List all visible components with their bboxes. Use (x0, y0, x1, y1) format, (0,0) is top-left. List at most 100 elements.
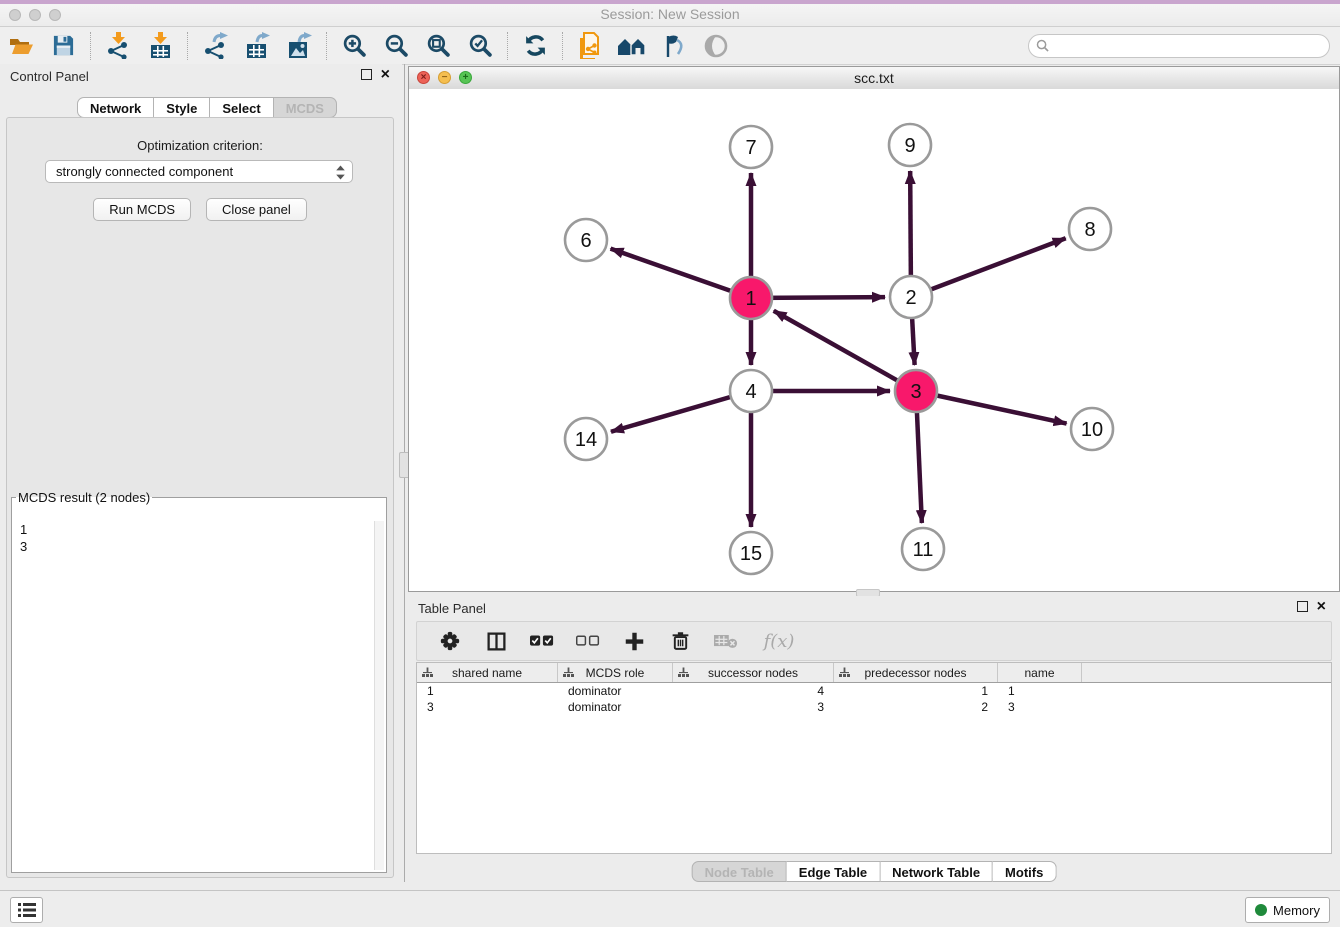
tab-node-table[interactable]: Node Table (692, 861, 787, 882)
task-history-button[interactable] (10, 897, 43, 923)
show-columns-icon[interactable] (481, 626, 511, 656)
memory-button[interactable]: Memory (1245, 897, 1330, 923)
mcds-result-group: MCDS result (2 nodes) 13 (11, 490, 387, 873)
node-label-10: 10 (1081, 419, 1103, 441)
zoom-selected-icon[interactable] (465, 31, 495, 61)
node-label-6: 6 (580, 230, 591, 252)
export-image-icon[interactable] (284, 31, 314, 61)
save-session-icon[interactable] (48, 31, 78, 61)
network-window-titlebar[interactable]: × − + scc.txt (409, 67, 1339, 90)
function-builder-icon[interactable]: f(x) (757, 626, 801, 656)
memory-label: Memory (1273, 903, 1320, 918)
edge-3-1[interactable] (774, 311, 916, 391)
node-table: shared nameMCDS rolesuccessor nodesprede… (416, 662, 1332, 854)
table-row[interactable]: 3dominator323 (417, 699, 1331, 715)
toolbar-separator (507, 32, 508, 60)
table-cell[interactable]: dominator (558, 699, 673, 715)
control-panel-tabs: NetworkStyleSelectMCDS (77, 97, 337, 118)
result-line: 1 (14, 521, 384, 538)
table-cell[interactable]: 1 (417, 683, 558, 699)
table-cell[interactable]: 4 (673, 683, 834, 699)
search-input[interactable] (1028, 34, 1330, 58)
table-cell[interactable]: 3 (417, 699, 558, 715)
hide-panel-icon[interactable] (659, 31, 689, 61)
zoom-in-icon[interactable] (339, 31, 369, 61)
close-table-panel-icon[interactable]: × (1317, 602, 1326, 612)
duplicate-network-icon[interactable] (575, 31, 605, 61)
float-table-panel-icon[interactable] (1297, 601, 1308, 612)
delete-column-icon[interactable] (665, 626, 695, 656)
table-cell[interactable]: 1 (834, 683, 998, 699)
tab-network[interactable]: Network (77, 97, 154, 118)
control-panel-title: Control Panel (10, 69, 89, 84)
node-label-4: 4 (745, 381, 756, 403)
edge-3-10[interactable] (916, 391, 1067, 424)
tab-edge-table[interactable]: Edge Table (787, 861, 880, 882)
tab-motifs[interactable]: Motifs (993, 861, 1056, 882)
toolbar-separator (90, 32, 91, 60)
tab-select[interactable]: Select (210, 97, 273, 118)
node-label-9: 9 (904, 135, 915, 157)
column-header-predecessor-nodes[interactable]: predecessor nodes (834, 663, 998, 682)
select-all-icon[interactable] (527, 626, 557, 656)
tab-style[interactable]: Style (154, 97, 210, 118)
window-titlebar: Session: New Session (0, 0, 1340, 27)
table-cell[interactable]: 3 (673, 699, 834, 715)
delete-table-icon[interactable] (711, 626, 741, 656)
table-toolbar: f(x) (416, 621, 1332, 661)
network-window-title: scc.txt (409, 70, 1339, 86)
close-panel-icon[interactable]: × (381, 70, 390, 80)
home-view-icon[interactable] (617, 31, 647, 61)
status-bar: Memory (0, 890, 1340, 927)
table-cell[interactable]: 2 (834, 699, 998, 715)
zoom-fit-icon[interactable] (423, 31, 453, 61)
mcds-result-list[interactable]: 13 (14, 521, 384, 870)
import-table-icon[interactable] (145, 31, 175, 61)
edge-2-8[interactable] (911, 238, 1066, 297)
show-overview-icon[interactable] (701, 31, 731, 61)
node-label-7: 7 (745, 137, 756, 159)
result-scrollbar[interactable] (374, 521, 384, 870)
main-toolbar (0, 27, 1340, 65)
zoom-out-icon[interactable] (381, 31, 411, 61)
tab-network-table[interactable]: Network Table (880, 861, 993, 882)
run-mcds-button[interactable]: Run MCDS (93, 198, 191, 221)
toolbar-separator (562, 32, 563, 60)
column-header-name[interactable]: name (998, 663, 1082, 682)
mcds-tab-content: Optimization criterion: strongly connect… (6, 117, 394, 878)
toolbar-separator (326, 32, 327, 60)
node-label-2: 2 (905, 287, 916, 309)
deselect-all-icon[interactable] (573, 626, 603, 656)
import-network-icon[interactable] (103, 31, 133, 61)
node-table-header: shared nameMCDS rolesuccessor nodesprede… (417, 663, 1331, 683)
column-header-successor-nodes[interactable]: successor nodes (673, 663, 834, 682)
search-icon (1036, 39, 1049, 52)
table-cell[interactable]: 3 (998, 699, 1082, 715)
open-session-icon[interactable] (6, 31, 36, 61)
column-header-shared-name[interactable]: shared name (417, 663, 558, 682)
node-label-1: 1 (745, 288, 756, 310)
table-cell[interactable]: 1 (998, 683, 1082, 699)
search-box (1028, 34, 1330, 58)
edge-1-6[interactable] (611, 249, 751, 298)
export-table-icon[interactable] (242, 31, 272, 61)
column-header-MCDS-role[interactable]: MCDS role (558, 663, 673, 682)
export-network-icon[interactable] (200, 31, 230, 61)
table-options-icon[interactable] (435, 626, 465, 656)
column-header-filler (1082, 663, 1331, 682)
network-canvas[interactable]: 7968124314101511 (409, 89, 1339, 591)
close-panel-button[interactable]: Close panel (206, 198, 307, 221)
node-label-8: 8 (1084, 219, 1095, 241)
table-row[interactable]: 1dominator411 (417, 683, 1331, 699)
criterion-select[interactable]: strongly connected component (45, 160, 353, 183)
node-label-11: 11 (913, 539, 934, 561)
refresh-view-icon[interactable] (520, 31, 550, 61)
add-column-icon[interactable] (619, 626, 649, 656)
node-label-3: 3 (910, 381, 921, 403)
result-line: 3 (14, 538, 384, 555)
toolbar-separator (187, 32, 188, 60)
table-cell[interactable]: dominator (558, 683, 673, 699)
fx-label: f(x) (764, 631, 795, 652)
float-panel-icon[interactable] (361, 69, 372, 80)
tab-mcds[interactable]: MCDS (274, 97, 337, 118)
